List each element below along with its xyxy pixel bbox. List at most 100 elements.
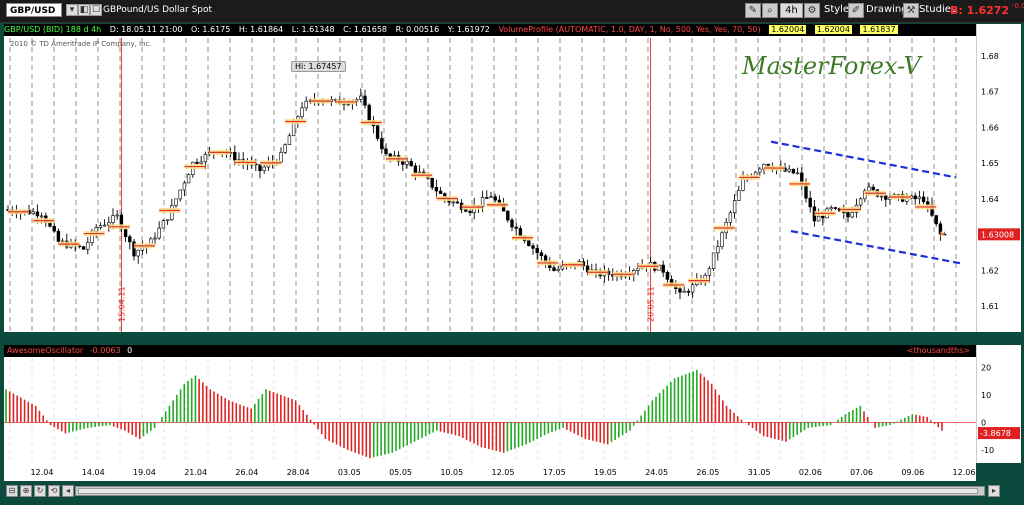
candle-body bbox=[199, 161, 203, 164]
candle-body bbox=[531, 245, 535, 249]
candle-body bbox=[413, 165, 418, 174]
candle-body bbox=[829, 207, 833, 210]
candle-body bbox=[821, 215, 825, 219]
osc-last-label: -3.8678 bbox=[980, 429, 1011, 438]
zoom-out-icon[interactable]: ⊟ bbox=[6, 485, 18, 497]
candle-body bbox=[438, 190, 443, 194]
copyright-text: 2010 © TD Ameritrade IP Company, Inc. bbox=[10, 40, 152, 48]
candle-body bbox=[636, 268, 640, 271]
date-tick-label: 02.06 bbox=[799, 468, 822, 477]
candle-body bbox=[934, 215, 938, 225]
bar-close: C: 1.61658 bbox=[343, 25, 388, 34]
scroll-left-icon[interactable]: ◂ bbox=[62, 485, 74, 497]
candle-body bbox=[186, 174, 191, 184]
candle-body bbox=[123, 228, 128, 237]
zoom-in-icon[interactable]: ⊕ bbox=[20, 485, 32, 497]
candle-body bbox=[686, 290, 691, 293]
price-tick-label: 1.61 bbox=[981, 302, 999, 311]
candle-body bbox=[489, 196, 493, 198]
candle-body bbox=[707, 268, 712, 276]
channel-upper-line bbox=[770, 140, 957, 179]
candle-body bbox=[871, 186, 875, 191]
candle-body bbox=[195, 161, 199, 164]
candle-body bbox=[514, 226, 518, 229]
price-tick-label: 1.64 bbox=[981, 195, 999, 204]
timeframe-button[interactable]: 4h bbox=[780, 3, 803, 18]
bar-low: L: 1.61348 bbox=[291, 25, 335, 34]
candle-body bbox=[81, 246, 86, 250]
date-tick-label: 12.05 bbox=[492, 468, 515, 477]
high-label: Hi: 1.67457 bbox=[291, 61, 346, 72]
candle-body bbox=[720, 232, 724, 247]
oscillator-axis[interactable]: 20 10 0 -10 -3.8678 bbox=[976, 345, 1021, 463]
candle-body bbox=[716, 246, 720, 254]
oscillator-chart[interactable] bbox=[4, 345, 976, 463]
candle-body bbox=[917, 196, 922, 200]
candle-body bbox=[665, 272, 670, 280]
candle-body bbox=[56, 230, 61, 242]
candle-body bbox=[556, 268, 560, 271]
candle-body bbox=[682, 290, 686, 293]
checkbox-icon[interactable]: ☐ bbox=[90, 4, 102, 16]
scroll-thumb[interactable] bbox=[78, 488, 978, 494]
candle-body bbox=[510, 219, 514, 228]
oscillator-name: AwesomeOscillator bbox=[7, 346, 84, 355]
candle-body bbox=[300, 107, 304, 118]
reset-icon[interactable]: ⟲ bbox=[48, 485, 60, 497]
osc-tick-label: 10 bbox=[981, 391, 991, 400]
refresh-icon[interactable]: ↻ bbox=[34, 485, 46, 497]
candle-body bbox=[375, 125, 380, 139]
candle-body bbox=[165, 219, 170, 222]
candle-body bbox=[94, 227, 98, 232]
link-icon[interactable]: ◧ bbox=[78, 4, 90, 16]
price-axis[interactable]: 1.611.621.631.641.651.661.671.681.63008 bbox=[976, 24, 1021, 332]
date-tick-label: 03.05 bbox=[338, 468, 361, 477]
pencil-icon[interactable]: ✎ bbox=[745, 3, 761, 18]
channel-lower-line bbox=[790, 229, 961, 265]
chart-title: GBP/USD (BID) 188 d 4h bbox=[4, 25, 102, 34]
candle-body bbox=[258, 164, 262, 172]
candle-body bbox=[535, 248, 539, 254]
bar-high: H: 1.61864 bbox=[238, 25, 284, 34]
candle-body bbox=[737, 190, 741, 201]
candle-body bbox=[711, 252, 716, 269]
oscillator-panel[interactable] bbox=[4, 345, 976, 463]
chart-scrollbar[interactable] bbox=[75, 486, 985, 496]
candle-body bbox=[111, 215, 115, 223]
scroll-right-icon[interactable]: ▸ bbox=[988, 485, 1000, 497]
candle-body bbox=[758, 168, 762, 173]
style-icon[interactable]: ⚙ bbox=[804, 3, 820, 18]
candle-body bbox=[850, 212, 854, 218]
candle-body bbox=[203, 153, 208, 163]
candle-body bbox=[380, 138, 384, 150]
candle-body bbox=[795, 172, 800, 175]
candle-body bbox=[468, 211, 472, 213]
candle-body bbox=[455, 201, 460, 204]
zoom-icon[interactable]: ⌕ bbox=[762, 3, 778, 18]
candle-body bbox=[884, 195, 888, 200]
candle-body bbox=[174, 198, 178, 206]
candle-body bbox=[741, 178, 745, 191]
date-tick-label: 17.05 bbox=[543, 468, 566, 477]
candle-body bbox=[926, 201, 930, 206]
bar-open: O: 1.6175 bbox=[190, 25, 231, 34]
candle-body bbox=[262, 166, 266, 172]
symbol-dropdown-icon[interactable]: ▾ bbox=[66, 4, 78, 16]
bar-date: D: 18.05.11 21:00 bbox=[109, 25, 183, 34]
candle-body bbox=[539, 252, 544, 257]
symbol-field[interactable]: GBP/USD bbox=[6, 3, 62, 17]
candle-body bbox=[409, 161, 413, 167]
date-tick-label: 26.05 bbox=[696, 468, 719, 477]
chart-toolbar: GBP/USD ▾ ◧ ☐ GBPound/US Dollar Spot ✎ ⌕… bbox=[0, 0, 1024, 23]
date-axis[interactable]: 12.04 14.04 19.04 21.04 26.04 28.04 03.05 05.05… bbox=[4, 463, 976, 481]
candle-body bbox=[430, 177, 434, 188]
oscillator-axis-svg: 20 10 0 -10 -3.8678 bbox=[978, 363, 1020, 455]
oscillator-header: AwesomeOscillator -0.0063 0 <thousandths… bbox=[4, 345, 976, 357]
price-tick-label: 1.62 bbox=[981, 266, 999, 275]
osc-tick-label: -10 bbox=[981, 446, 994, 455]
bottom-controls: ⊟ ⊕ ↻ ⟲ ◂ ▸ bbox=[0, 482, 1024, 505]
candle-body bbox=[401, 161, 405, 165]
candle-body bbox=[787, 168, 791, 172]
candle-body bbox=[728, 212, 733, 223]
bid-price: B: 1.6272 bbox=[950, 4, 1010, 17]
